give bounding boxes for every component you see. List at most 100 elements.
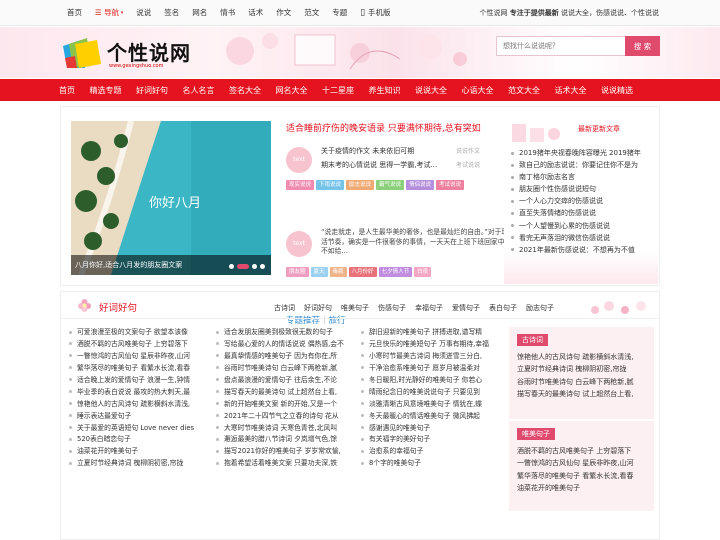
section-list-item[interactable]: 冬日暖阳,时光静好的唯美句子 你若心 <box>361 375 493 387</box>
slider-dot-4[interactable] <box>260 264 265 269</box>
search-input[interactable] <box>496 36 626 56</box>
section-list-item[interactable]: 新的开始唯美文案 新的开始,又是一个 <box>216 399 351 411</box>
section-list-item[interactable]: 写给最心爱的人的情话说说 偶热感,会不 <box>216 339 351 351</box>
section-list-item[interactable]: 520表白暗恋句子 <box>69 434 209 446</box>
top-link-signature[interactable]: 签名 <box>164 8 179 18</box>
sidebar-list-item[interactable]: 一个人望慢到心累的伤感说说 <box>511 220 653 232</box>
top-link-mobile[interactable]: 手机版 <box>360 8 391 18</box>
sidebar-list-item[interactable]: 2019猪年央视春晚阵容曝光 2019猪年 <box>511 147 653 159</box>
section-list-item[interactable]: 抱着希望活着唯美文案 只要功夫深,铁 <box>216 458 351 470</box>
sidebar-list-item[interactable]: 朋友圈个性伤感说说短句 <box>511 183 653 195</box>
section-list-item[interactable]: 适合晚上发的爱情句子 浪漫一生,钟情 <box>69 375 209 387</box>
top-link-nav-dropdown[interactable]: 导航 <box>95 8 123 18</box>
section-tab-7[interactable]: 表白句子 <box>489 303 517 313</box>
nav-item-netnames[interactable]: 网名大全 <box>276 85 308 96</box>
nav-item-good-words[interactable]: 好词好句 <box>136 85 168 96</box>
featured-tag-3[interactable]: 励志说说 <box>346 180 375 190</box>
box-list-item[interactable]: 描写春天的最美诗句 试上超然台上看, <box>517 388 652 400</box>
sidebar-list-item[interactable]: 南丁格尔励志名言 <box>511 171 653 183</box>
slider-dot-1[interactable] <box>229 264 234 269</box>
section-tab-3[interactable]: 唯美句子 <box>341 303 369 313</box>
topic-quote[interactable]: “说走就走，是人生最华美的奢侈，也是最灿烂的自由。”对于现在的生活节奏，确实是一… <box>321 228 531 257</box>
section-list-item[interactable]: 元旦快乐的唯美短句子 万事有期待,幸福 <box>361 339 493 351</box>
top-link-topics[interactable]: 专题 <box>332 8 347 18</box>
section-tab-5[interactable]: 幸福句子 <box>415 303 443 313</box>
nav-item-health[interactable]: 养生知识 <box>369 85 401 96</box>
topic-tag-6[interactable]: 白夜 <box>414 267 432 277</box>
section-list-item[interactable]: 一瞥惊鸿的古风仙句 星辰非昨夜,山河 <box>69 351 209 363</box>
section-list-item[interactable]: 油菜花开的唯美句子 <box>69 446 209 458</box>
nav-item-zodiac[interactable]: 十二星座 <box>322 85 354 96</box>
search-button[interactable]: 搜 索 <box>625 36 660 56</box>
section-list-item[interactable]: 治愈系的幸福句子 <box>361 446 493 458</box>
featured-tag-4[interactable]: 霸气说说 <box>376 180 405 190</box>
section-list-item[interactable]: 酒脱不羁的古风唯美句子 上穷碧落下 <box>69 339 209 351</box>
section-list-item[interactable]: 适合发朋友圈美到极致很无数的句子 <box>216 327 351 339</box>
section-list-item[interactable]: 描写春天的最美诗句 试上超然台上看, <box>216 387 351 399</box>
box-list-item[interactable]: 谷雨时节唯美诗句 白云峰下两枪新,腻 <box>517 376 652 388</box>
featured-tag-1[interactable]: 现实说说 <box>286 180 315 190</box>
box-list-item[interactable]: 酒脱不羁的古风唯美句子 上穷碧落下 <box>517 445 652 457</box>
top-link-loveletter[interactable]: 情书 <box>220 8 235 18</box>
slider-dot-3[interactable] <box>252 264 257 269</box>
section-list-item[interactable]: 惊艳他人的古风诗句 疏影横斜水清浅, <box>69 399 209 411</box>
nav-item-quotes[interactable]: 名人名言 <box>183 85 215 96</box>
section-tab-6[interactable]: 爱情句子 <box>452 303 480 313</box>
section-tab-1[interactable]: 古诗词 <box>274 303 295 313</box>
section-list-item[interactable]: 淡雅清晰古风意境唯美句子 情犹在,蝶 <box>361 399 493 411</box>
image-slider[interactable]: 你好八月 八月你好,适合八月发的朋友圈文案 <box>71 121 271 275</box>
featured-item-line1[interactable]: 关于疫情的作文 未来依旧可期 <box>321 146 414 156</box>
sidebar-list-item[interactable]: 看完无声落泪的微信伤感说说 <box>511 232 653 244</box>
section-list-item[interactable]: 大寒时节唯美诗词 天寒色青苍,北风叫 <box>216 423 351 435</box>
section-list-item[interactable]: 盘点最浪漫的爱情句子 往后余生,不论 <box>216 375 351 387</box>
section-list-item[interactable]: 晴雨纪念日的唯美说说句子 只要见到 <box>361 387 493 399</box>
topic-tag-5[interactable]: 七夕情人节 <box>378 267 413 277</box>
section-list-item[interactable]: 有关福字的美好句子 <box>361 434 493 446</box>
sidebar-list-item[interactable]: 直至失落情绪的伤感说说 <box>511 207 653 219</box>
sidebar-list-item[interactable]: 一个人心力交瘁的伤感说说 <box>511 195 653 207</box>
section-list-item[interactable]: 毕业季的表白说说 最攻的热大刺天,最 <box>69 387 209 399</box>
classical-poetry-title[interactable]: 古诗词 <box>517 334 548 346</box>
section-list-item[interactable]: 谷雨时节唯美诗句 白云峰下两枪新,腻 <box>216 363 351 375</box>
beautiful-sentences-title[interactable]: 唯美句子 <box>517 428 555 440</box>
section-list-item[interactable]: 冬天最暖心的情话唯美句子 微风拂起 <box>361 411 493 423</box>
featured-item-tag2[interactable]: 考试说说 <box>456 160 480 169</box>
featured-item-tag1[interactable]: 说说作文 <box>456 146 480 155</box>
section-list-item[interactable]: 8个字的唯美句子 <box>361 458 493 470</box>
section-list-item[interactable]: 最真挚情感的唯美句子 因为有你在,所 <box>216 351 351 363</box>
section-list-item[interactable]: 小寒时节最美古诗词 梅须迸雪三分白, <box>361 351 493 363</box>
topic-tag-1[interactable]: 朋友圈 <box>286 267 309 277</box>
sidebar-list-item[interactable]: 2021年最新伤感说说：不想再为不值 <box>511 244 653 256</box>
section-list-item[interactable]: 描写2021你好的唯美句子 岁岁常欢愉, <box>216 446 351 458</box>
nav-item-heartwords[interactable]: 心语大全 <box>462 85 494 96</box>
section-list-item[interactable]: 繁华落尽的唯美句子 看繁水长流,看春 <box>69 363 209 375</box>
topic-tag-4[interactable]: 八月份好 <box>348 267 377 277</box>
featured-tag-5[interactable]: 情侣说说 <box>406 180 435 190</box>
sidebar-list-item[interactable]: 致自己的励志说说：你要记住你不是为 <box>511 159 653 171</box>
section-list-item[interactable]: 睡示表达最爱句子 <box>69 411 209 423</box>
featured-tag-2[interactable]: 下雨说说 <box>316 180 345 190</box>
featured-tag-6[interactable]: 考试说说 <box>436 180 465 190</box>
nav-item-topics[interactable]: 精选专题 <box>90 85 122 96</box>
top-link-home[interactable]: 首页 <box>67 8 82 18</box>
featured-headline[interactable]: 适合睡前疗伤的晚安语录 只要满怀期待,总有突如 <box>286 123 541 135</box>
box-list-item[interactable]: 繁华落尽的唯美句子 看繁水长流,看春 <box>517 470 652 482</box>
featured-item-line2[interactable]: 期末考的心情说说 思得一学霸,考试... <box>321 160 437 170</box>
section-tab-4[interactable]: 伤感句子 <box>378 303 406 313</box>
section-list-item[interactable]: 辞旧迎新的唯美句子 拼搏进取,谱写精 <box>361 327 493 339</box>
nav-item-signatures[interactable]: 签名大全 <box>229 85 261 96</box>
box-list-item[interactable]: 惊艳他人的古风诗句 疏影横斜水清浅, <box>517 351 652 363</box>
section-list-item[interactable]: 关于最爱的英语短句 Love never dies <box>69 423 209 435</box>
section-list-item[interactable]: 立夏时节经典诗词 槐柳阴初密,帘拢 <box>69 458 209 470</box>
slider-dot-2-active[interactable] <box>237 264 249 269</box>
top-link-shuoshuo[interactable]: 说说 <box>136 8 151 18</box>
box-list-item[interactable]: 油菜花开的唯美句子 <box>517 482 652 494</box>
section-tab-2[interactable]: 好词好句 <box>304 303 332 313</box>
top-link-huashu[interactable]: 话术 <box>248 8 263 18</box>
section-list-item[interactable]: 感谢遇见的唯美句子 <box>361 423 493 435</box>
section-list-item[interactable]: 可爱浪漫至极的文案句子 欲望本该像 <box>69 327 209 339</box>
topic-tag-3[interactable]: 毒瓶 <box>329 267 347 277</box>
section-tab-8[interactable]: 励志句子 <box>526 303 554 313</box>
top-link-essay[interactable]: 作文 <box>276 8 291 18</box>
section-list-item[interactable]: 干净治愈系唯美句子 愿岁月被温柔对 <box>361 363 493 375</box>
